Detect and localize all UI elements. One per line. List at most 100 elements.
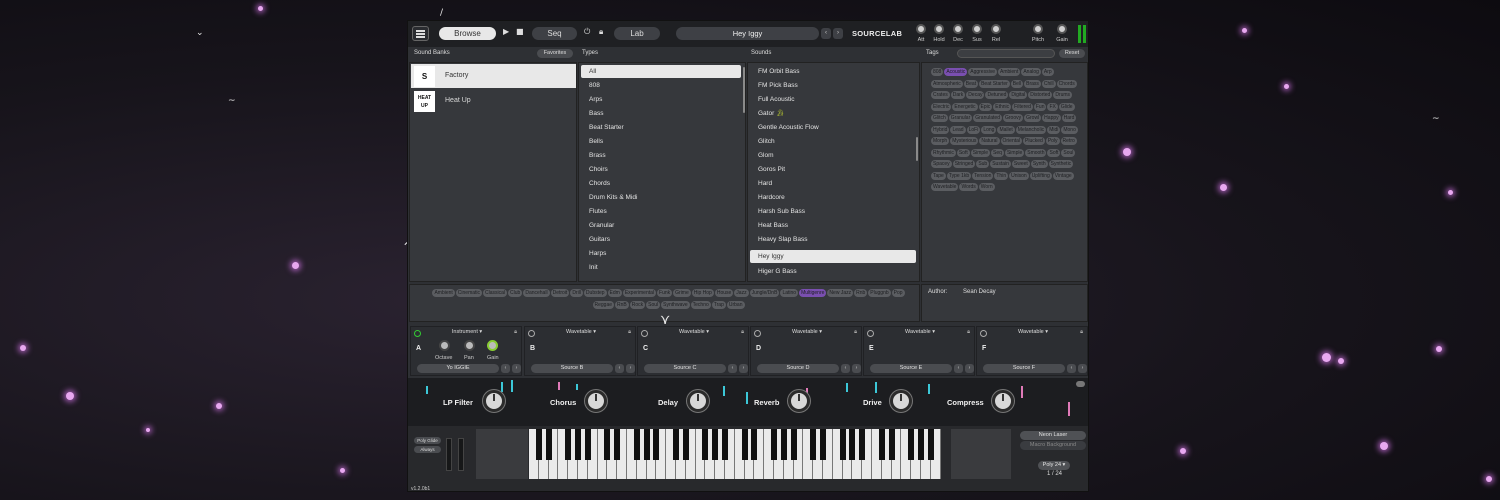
genre-chip[interactable]: Detroit <box>550 289 570 297</box>
black-key[interactable] <box>888 429 895 460</box>
black-key[interactable] <box>908 429 915 460</box>
next-source-button[interactable]: › <box>965 364 974 373</box>
black-key[interactable] <box>535 429 542 460</box>
source-type-dropdown[interactable]: Instrument ▾ <box>411 329 523 335</box>
always-button[interactable]: Always <box>414 446 441 453</box>
decay-knob[interactable] <box>953 24 963 34</box>
tag-chip[interactable]: Hard <box>1061 114 1077 122</box>
tag-chip[interactable]: Oriental <box>1000 137 1023 145</box>
black-key[interactable] <box>771 429 777 460</box>
lock-icon[interactable]: 🔒︎ <box>514 329 517 336</box>
power-icon[interactable]: ⏻ <box>584 27 590 37</box>
genre-chip[interactable]: Dubstep <box>583 289 607 297</box>
prev-source-button[interactable]: ‹ <box>501 364 510 373</box>
sound-item[interactable]: Glom <box>750 149 916 162</box>
genre-chip[interactable]: New Jazz <box>827 289 854 297</box>
poly-glide-button[interactable]: Poly Glide <box>414 437 441 444</box>
type-item[interactable]: Granular <box>581 219 741 232</box>
tag-chip[interactable]: Electric <box>931 102 952 111</box>
gain-knob[interactable] <box>487 340 498 351</box>
tag-chip[interactable]: Glide <box>1058 102 1075 111</box>
source-name-field[interactable]: Source B <box>531 364 613 373</box>
prev-source-button[interactable]: ‹ <box>1067 364 1076 373</box>
tag-chip[interactable]: Rhythmic <box>931 148 956 157</box>
source-type-dropdown[interactable]: Wavetable ▾ <box>864 329 976 335</box>
prev-source-button[interactable]: ‹ <box>954 364 963 373</box>
tag-chip[interactable]: Vintage <box>1052 171 1074 180</box>
tag-chip[interactable]: Worn <box>978 183 995 191</box>
genre-chip[interactable]: Pluggnb <box>868 289 891 297</box>
black-key[interactable] <box>839 429 846 460</box>
type-item[interactable]: Harps <box>581 247 741 260</box>
delay-knob[interactable] <box>687 390 709 412</box>
tag-chip[interactable]: Aggressive <box>968 68 997 76</box>
tag-chip[interactable]: Soft <box>956 148 970 157</box>
preset-name-display[interactable]: Hey Iggy <box>676 27 819 40</box>
genre-chip[interactable]: Synthwave <box>661 300 690 309</box>
favorites-button[interactable]: Favorites <box>537 49 573 58</box>
genre-chip[interactable]: Rock <box>629 300 646 309</box>
pan-knob[interactable] <box>464 340 475 351</box>
tag-chip[interactable]: Growl <box>1024 114 1042 122</box>
tag-chip[interactable]: Arp <box>1041 68 1054 76</box>
sound-item[interactable]: Heavy Slap Bass <box>750 233 916 246</box>
lock-icon[interactable]: 🔒︎ <box>628 329 631 336</box>
sound-item[interactable]: Glitch <box>750 135 916 148</box>
pitch-wheel[interactable] <box>446 438 452 471</box>
reverb-knob[interactable] <box>788 390 810 412</box>
tag-chip[interactable]: Synthetic <box>1048 160 1074 168</box>
lp-filter-knob[interactable] <box>483 390 505 412</box>
tag-chip[interactable]: Decay <box>966 91 985 99</box>
tag-chip[interactable]: Smooth <box>1025 148 1047 157</box>
genre-chip[interactable]: Classical <box>483 289 508 297</box>
tag-chip[interactable]: Poly <box>1045 137 1060 145</box>
tag-chip[interactable]: Uplifting <box>1029 171 1052 180</box>
genre-chip[interactable]: Funk <box>657 289 673 297</box>
sound-item[interactable]: FM Orbit Bass <box>750 65 916 78</box>
tag-chip[interactable]: Distorted <box>1028 91 1053 99</box>
genre-chip[interactable]: Grime <box>673 289 691 297</box>
black-key[interactable] <box>751 429 758 460</box>
tag-search-input[interactable] <box>957 49 1055 58</box>
tag-chip[interactable]: Hybrid <box>931 125 950 134</box>
genre-chip[interactable]: Jungle/DnB <box>749 289 780 297</box>
tag-chip[interactable]: Drums <box>1053 91 1073 99</box>
tag-chip[interactable]: Spacey <box>931 160 952 168</box>
genre-chip[interactable]: Urban <box>726 300 745 309</box>
tag-chip[interactable]: Stringed <box>952 160 976 168</box>
bank-factory[interactable]: S Factory <box>411 64 576 88</box>
black-key[interactable] <box>614 429 621 460</box>
tag-chip[interactable]: Granulated <box>973 114 1002 122</box>
type-item[interactable]: Init <box>581 261 741 274</box>
sound-item[interactable]: Higer G Bass <box>750 265 916 278</box>
tag-chip[interactable]: Unison <box>1009 171 1029 180</box>
type-item[interactable]: All <box>581 65 741 78</box>
genre-chip[interactable]: Dancehall <box>523 289 550 297</box>
mod-wheel[interactable] <box>458 438 464 471</box>
tag-chip[interactable]: Atmospheric <box>931 79 963 88</box>
genre-chip[interactable]: Rnb <box>854 289 868 297</box>
next-source-button[interactable]: › <box>626 364 635 373</box>
tag-chip[interactable]: Filtered <box>1012 102 1033 111</box>
source-name-field[interactable]: Source E <box>870 364 952 373</box>
type-item[interactable]: Flutes <box>581 205 741 218</box>
tag-chip[interactable]: 808 <box>931 68 944 76</box>
tag-chip[interactable]: Thin <box>994 171 1009 180</box>
chorus-knob[interactable] <box>585 390 607 412</box>
genre-chip[interactable]: Cinematic <box>455 289 483 297</box>
source-type-dropdown[interactable]: Wavetable ▾ <box>751 329 863 335</box>
menu-icon[interactable] <box>412 26 429 41</box>
type-item[interactable]: Guitars <box>581 233 741 246</box>
genre-chip[interactable]: Jazz <box>734 289 749 297</box>
tag-chip[interactable]: Analog <box>1021 68 1041 76</box>
lock-icon[interactable]: 🔒︎ <box>599 27 603 37</box>
tag-chip[interactable]: Seq <box>991 148 1004 157</box>
type-item[interactable]: Arps <box>581 93 741 106</box>
lock-icon[interactable]: 🔒︎ <box>1080 329 1083 336</box>
next-preset-button[interactable]: › <box>833 28 843 39</box>
genre-chip[interactable]: Reggae <box>592 300 615 309</box>
seq-tab[interactable]: Seq <box>532 27 577 40</box>
source-name-field[interactable]: Source F <box>983 364 1065 373</box>
genre-chip[interactable]: Multigenre <box>799 289 827 297</box>
next-source-button[interactable]: › <box>512 364 521 373</box>
